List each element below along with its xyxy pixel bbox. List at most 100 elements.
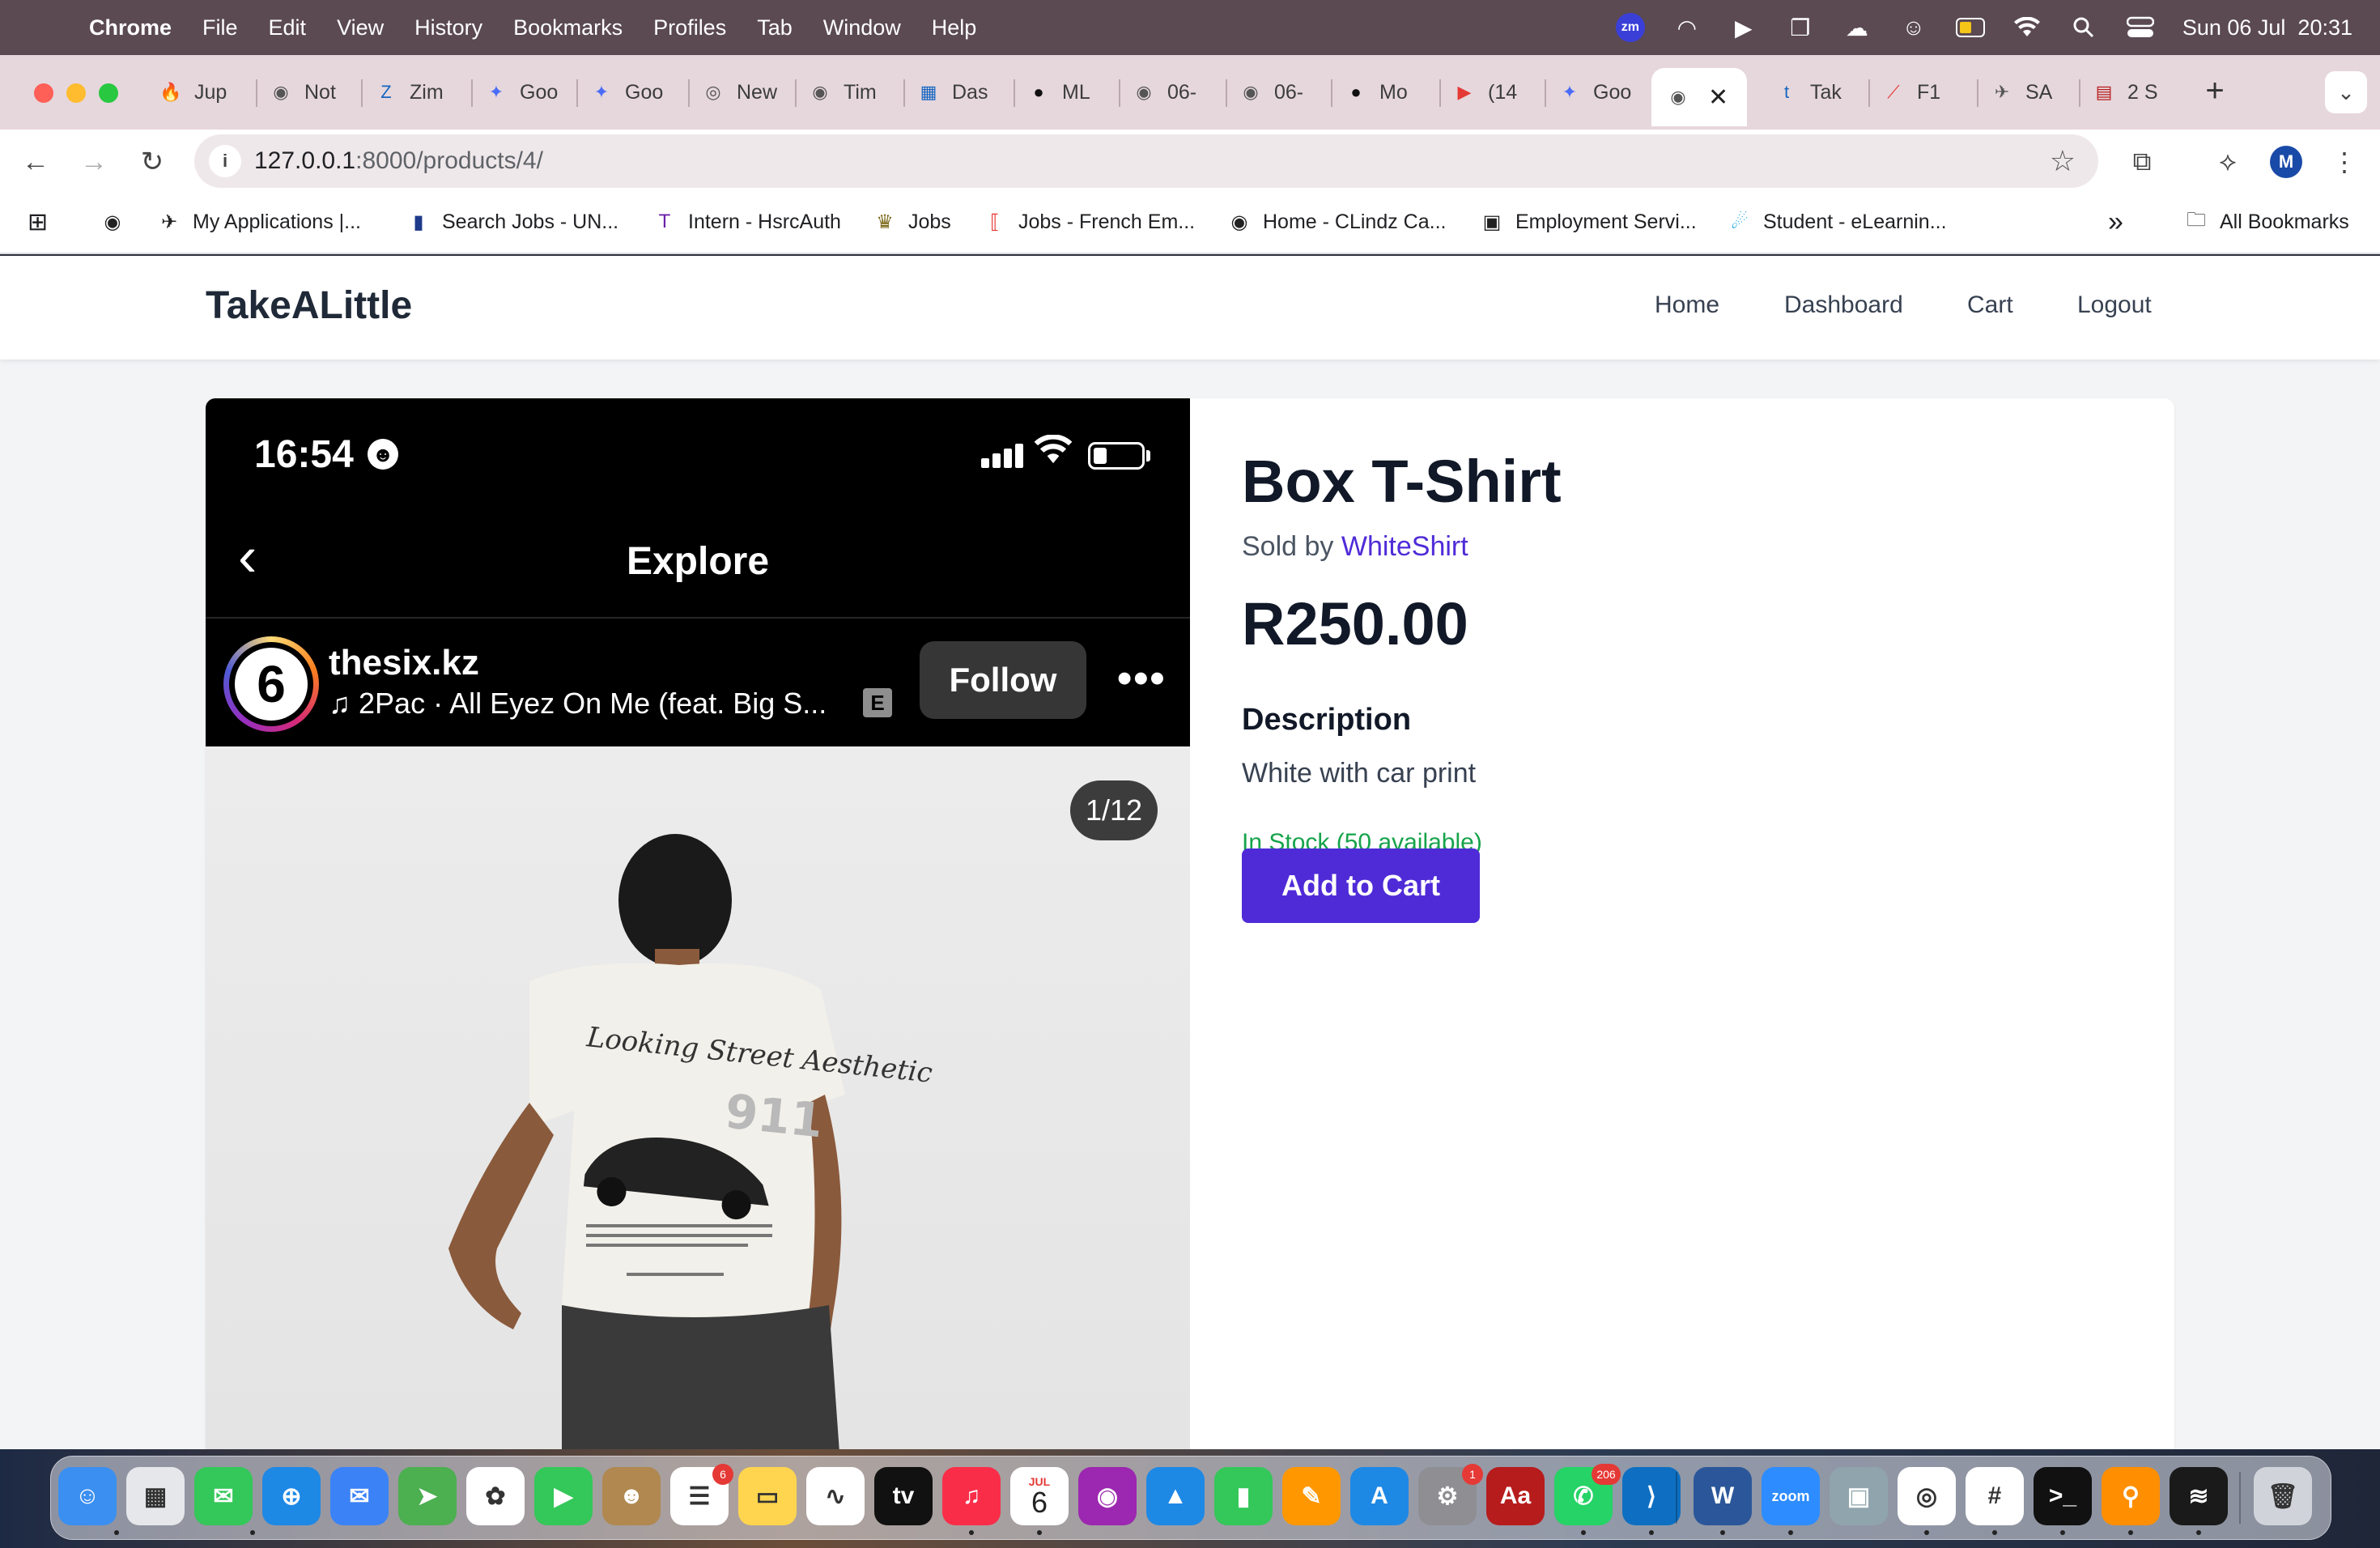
bookmark-item[interactable]: ▮ Search Jobs - UN... [406, 204, 618, 240]
menu-view[interactable]: View [337, 15, 384, 40]
play-circle-icon[interactable]: ▶ [1729, 13, 1758, 42]
tab-search-button[interactable]: ⌄ [2325, 71, 2367, 113]
safari-icon[interactable]: ⊕ [262, 1467, 321, 1525]
wifi-icon[interactable] [2012, 13, 2042, 42]
bookmark-item[interactable]: ♛ Jobs [873, 204, 951, 240]
preview-icon[interactable]: ▣ [1830, 1467, 1888, 1525]
facetime-icon[interactable]: ▶ [534, 1467, 593, 1525]
numbers-icon[interactable]: ▮ [1214, 1467, 1273, 1525]
nav-dashboard[interactable]: Dashboard [1784, 291, 1903, 319]
bookmark-star-icon[interactable]: ☆ [2050, 144, 2076, 178]
menu-tab[interactable]: Tab [757, 15, 793, 40]
bookmarks-overflow-button[interactable]: » [2108, 204, 2123, 240]
maps-icon[interactable]: ➤ [398, 1467, 457, 1525]
new-tab-button[interactable]: + [2197, 73, 2233, 108]
weather-icon[interactable]: ☁ [1842, 13, 1872, 42]
tab-7[interactable]: ▦ Das [916, 71, 997, 113]
address-url[interactable]: 127.0.0.1:8000/products/4/ [254, 147, 543, 175]
nav-cart[interactable]: Cart [1967, 291, 2013, 319]
menu-file[interactable]: File [202, 15, 238, 40]
finder-icon[interactable]: ☺ [58, 1467, 117, 1525]
spotlight-search-icon[interactable] [2069, 13, 2098, 42]
smiley-icon[interactable]: ☺ [1899, 13, 1928, 42]
tab-1[interactable]: ◉ Not [269, 71, 350, 113]
menu-help[interactable]: Help [932, 15, 977, 40]
keynote-icon[interactable]: ▲ [1146, 1467, 1205, 1525]
slack-icon[interactable]: # [1966, 1467, 2024, 1525]
tab-18[interactable]: ▤ 2 S [2092, 71, 2173, 113]
close-tab-icon[interactable]: ✕ [1708, 83, 1728, 112]
zoom-icon[interactable]: zoom [1762, 1467, 1820, 1525]
forward-button[interactable]: → [76, 144, 112, 180]
address-bar[interactable]: i 127.0.0.1:8000/products/4/ ☆ [194, 134, 2098, 188]
tab-8[interactable]: ● ML [1026, 71, 1107, 113]
tab-9[interactable]: ◉ 06- [1132, 71, 1213, 113]
window-stack-icon[interactable]: ❐ [1786, 13, 1815, 42]
music-icon[interactable]: ♫ [942, 1467, 1001, 1525]
tab-12[interactable]: ▶ (14 [1452, 71, 1533, 113]
pages-icon[interactable]: ✎ [1282, 1467, 1341, 1525]
bookmark-item[interactable]: ▣ Employment Servi... [1480, 204, 1697, 240]
tab-2[interactable]: Z Zim [374, 71, 455, 113]
tab-16[interactable]: ⟋ F1 [1881, 71, 1962, 113]
all-bookmarks-button[interactable]: 🗀 All Bookmarks [2184, 204, 2349, 240]
back-button[interactable]: ← [18, 144, 53, 180]
chrome-icon[interactable]: ◎ [1898, 1467, 1956, 1525]
tab-13[interactable]: ✦ Goo [1558, 71, 1638, 113]
bookmark-item[interactable]: ◉ Home - CLindz Ca... [1227, 204, 1447, 240]
freeform-icon[interactable]: ∿ [806, 1467, 865, 1525]
menu-history[interactable]: History [414, 15, 482, 40]
chrome-menu-icon[interactable]: ⋮ [2327, 144, 2362, 180]
appletv-icon[interactable]: tv [874, 1467, 933, 1525]
voice-memos-icon[interactable]: ≋ [2170, 1467, 2228, 1525]
tab-5[interactable]: ◎ New [701, 71, 782, 113]
tab-3[interactable]: ✦ Goo [484, 71, 565, 113]
close-window-button[interactable] [34, 83, 53, 103]
nav-home[interactable]: Home [1655, 291, 1719, 319]
menu-profiles[interactable]: Profiles [653, 15, 726, 40]
bookmark-item[interactable]: ✈ My Applications |... [157, 204, 361, 240]
tab-11[interactable]: ● Mo [1344, 71, 1425, 113]
profile-avatar[interactable]: M [2270, 146, 2302, 178]
bookmark-item[interactable]: ☄ Student - eLearnin... [1728, 204, 1946, 240]
menu-window[interactable]: Window [823, 15, 901, 40]
podcasts-icon[interactable]: ◉ [1078, 1467, 1137, 1525]
tab-4[interactable]: ✦ Goo [589, 71, 670, 113]
dictionary-icon[interactable]: Aa [1486, 1467, 1545, 1525]
menu-app-name[interactable]: Chrome [89, 15, 172, 40]
extensions-puzzle-icon[interactable]: ⧉ [2124, 144, 2160, 180]
site-info-icon[interactable]: i [209, 145, 241, 177]
messages-icon[interactable]: ✉ [194, 1467, 253, 1525]
menu-edit[interactable]: Edit [269, 15, 307, 40]
tab-0[interactable]: 🔥 Jup [159, 71, 240, 113]
word-icon[interactable]: W [1694, 1467, 1752, 1525]
zoom-status-icon[interactable]: zm [1615, 13, 1645, 42]
bookmark-item[interactable]: ◉ [100, 204, 136, 240]
photos-icon[interactable]: ✿ [466, 1467, 525, 1525]
menu-bookmarks[interactable]: Bookmarks [513, 15, 623, 40]
tab-15[interactable]: t Tak [1774, 71, 1855, 113]
minimize-window-button[interactable] [66, 83, 86, 103]
add-to-cart-button[interactable]: Add to Cart [1242, 848, 1480, 923]
control-center-icon[interactable] [2126, 13, 2155, 42]
tab-10[interactable]: ◉ 06- [1239, 71, 1320, 113]
launchpad-icon[interactable]: ▦ [126, 1467, 185, 1525]
bookmark-item[interactable]: ⟦ Jobs - French Em... [983, 204, 1195, 240]
appstore-icon[interactable]: A [1350, 1467, 1409, 1525]
airdrop-icon[interactable]: ◠ [1672, 13, 1702, 42]
keyholder-icon[interactable]: ⚲ [2102, 1467, 2160, 1525]
chatgpt-extension-icon[interactable]: ⟡ [2210, 144, 2246, 180]
apps-grid-icon[interactable]: ⊞ [28, 204, 48, 240]
contacts-icon[interactable]: ☻ [602, 1467, 661, 1525]
terminal-icon[interactable]: >_ [2034, 1467, 2092, 1525]
tab-6[interactable]: ◉ Tim [808, 71, 889, 113]
tab-17[interactable]: ✈ SA [1990, 71, 2071, 113]
reload-button[interactable]: ↻ [134, 144, 170, 180]
mail-icon[interactable]: ✉ [330, 1467, 389, 1525]
apple-menu-icon[interactable] [32, 13, 62, 42]
notes-icon[interactable]: ▭ [738, 1467, 797, 1525]
nav-logout[interactable]: Logout [2077, 291, 2152, 319]
zoom-window-button[interactable] [99, 83, 118, 103]
tab-14[interactable]: ◉ ✕ [1651, 68, 1747, 126]
site-brand[interactable]: TakeALittle [206, 283, 412, 328]
